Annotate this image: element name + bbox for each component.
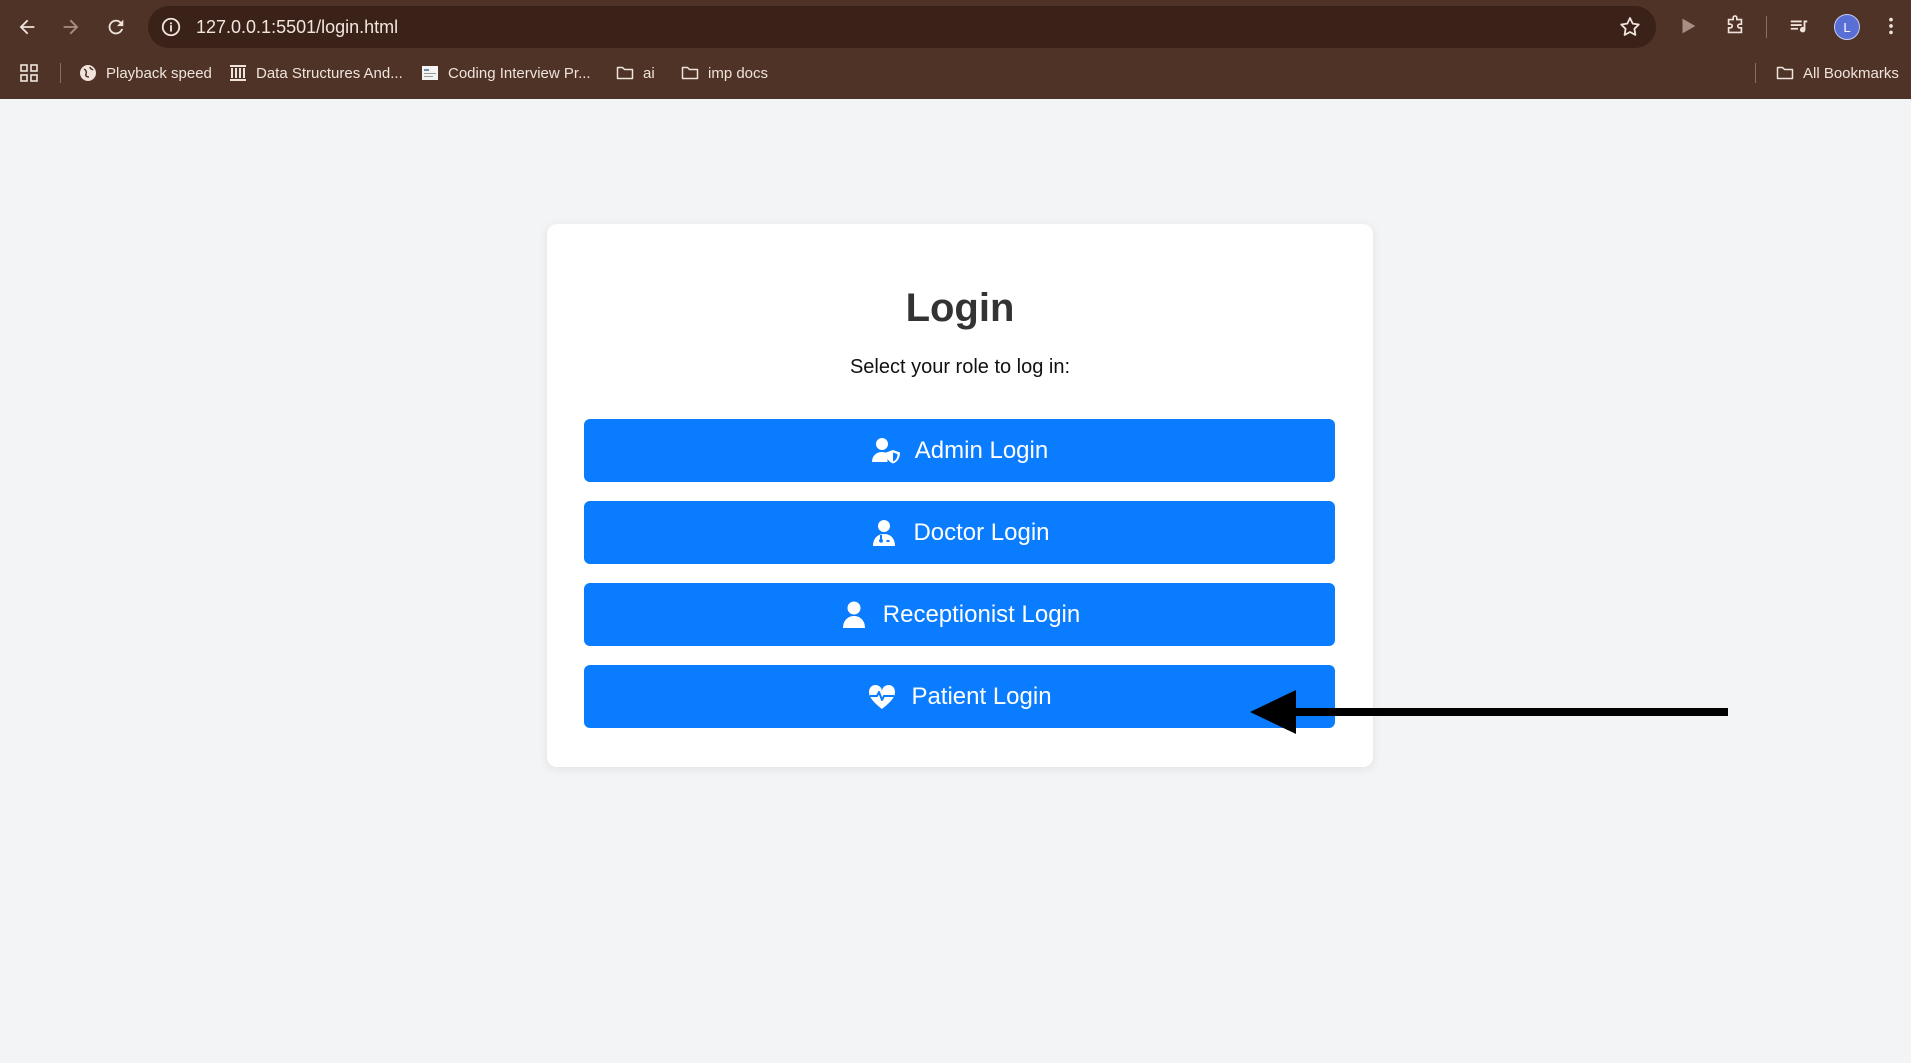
bookmark-label: imp docs — [708, 64, 769, 82]
all-bookmarks-label: All Bookmarks — [1803, 64, 1899, 82]
folder-icon — [1776, 66, 1794, 80]
apps-button[interactable] — [20, 60, 47, 86]
bookmarks-divider — [60, 63, 61, 83]
button-label: Doctor Login — [913, 518, 1050, 546]
playlist-icon — [1790, 20, 1808, 33]
kebab-menu-icon — [1889, 17, 1893, 35]
bookmarks-divider — [1755, 63, 1756, 83]
puzzle-icon — [1727, 15, 1743, 34]
forward-button[interactable] — [56, 12, 86, 42]
page-title: Login — [905, 286, 1015, 330]
button-label: Admin Login — [914, 436, 1049, 464]
bookmark-label: ai — [643, 64, 655, 82]
bookmark-coding-interview[interactable]: Coding Interview Pr... — [421, 60, 591, 86]
arrow-right-icon — [63, 19, 79, 35]
button-label: Receptionist Login — [882, 600, 1081, 628]
browser-toolbar: 127.0.0.1:5501/login.html L — [0, 0, 1911, 54]
folder-icon — [616, 66, 634, 80]
site-info-icon[interactable] — [160, 16, 182, 38]
patient-login-button[interactable]: Patient Login — [584, 665, 1335, 728]
back-button[interactable] — [12, 12, 42, 42]
user-doctor-icon — [869, 519, 899, 547]
extensions-button[interactable] — [1722, 13, 1748, 39]
folder-icon — [681, 66, 699, 80]
login-card: Login Select your role to log in: Admin … — [547, 224, 1373, 767]
button-label: Patient Login — [911, 682, 1052, 710]
admin-login-button[interactable]: Admin Login — [584, 419, 1335, 482]
bookmarks-bar: Playback speed Data Structures And... Co… — [0, 56, 1911, 90]
building-icon — [230, 65, 246, 81]
menu-button[interactable] — [1878, 13, 1904, 39]
bookmark-folder-ai[interactable]: ai — [616, 60, 655, 86]
heart-pulse-icon — [867, 683, 897, 711]
reload-icon — [108, 19, 124, 35]
arrow-left-icon — [19, 19, 35, 35]
toolbar-divider — [1766, 16, 1767, 38]
bookmark-folder-imp-docs[interactable]: imp docs — [681, 60, 768, 86]
media-controls-button[interactable] — [1786, 13, 1812, 39]
bookmark-label: Coding Interview Pr... — [448, 64, 591, 82]
profile-avatar[interactable]: L — [1834, 14, 1860, 40]
user-icon — [839, 601, 869, 629]
cast-button[interactable] — [1675, 13, 1701, 39]
apps-grid-icon — [20, 64, 38, 82]
url-text: 127.0.0.1:5501/login.html — [196, 17, 399, 37]
browser-chrome: 127.0.0.1:5501/login.html L Playback spe… — [0, 0, 1911, 99]
role-prompt: Select your role to log in: — [849, 356, 1071, 378]
annotation-arrow — [1250, 690, 1728, 734]
play-icon — [1682, 18, 1696, 34]
address-bar[interactable]: 127.0.0.1:5501/login.html — [148, 6, 1656, 48]
bookmark-label: Data Structures And... — [256, 64, 403, 82]
globe-icon — [80, 65, 96, 81]
site-favicon-icon — [422, 66, 438, 80]
user-shield-icon — [871, 437, 901, 465]
reload-button[interactable] — [101, 12, 131, 42]
bookmark-playback-speed[interactable]: Playback speed — [79, 60, 212, 86]
bookmark-data-structures[interactable]: Data Structures And... — [229, 60, 403, 86]
all-bookmarks-button[interactable]: All Bookmarks — [1776, 60, 1899, 86]
bookmark-star-icon[interactable] — [1618, 15, 1642, 39]
receptionist-login-button[interactable]: Receptionist Login — [584, 583, 1335, 646]
doctor-login-button[interactable]: Doctor Login — [584, 501, 1335, 564]
bookmark-label: Playback speed — [106, 64, 212, 82]
